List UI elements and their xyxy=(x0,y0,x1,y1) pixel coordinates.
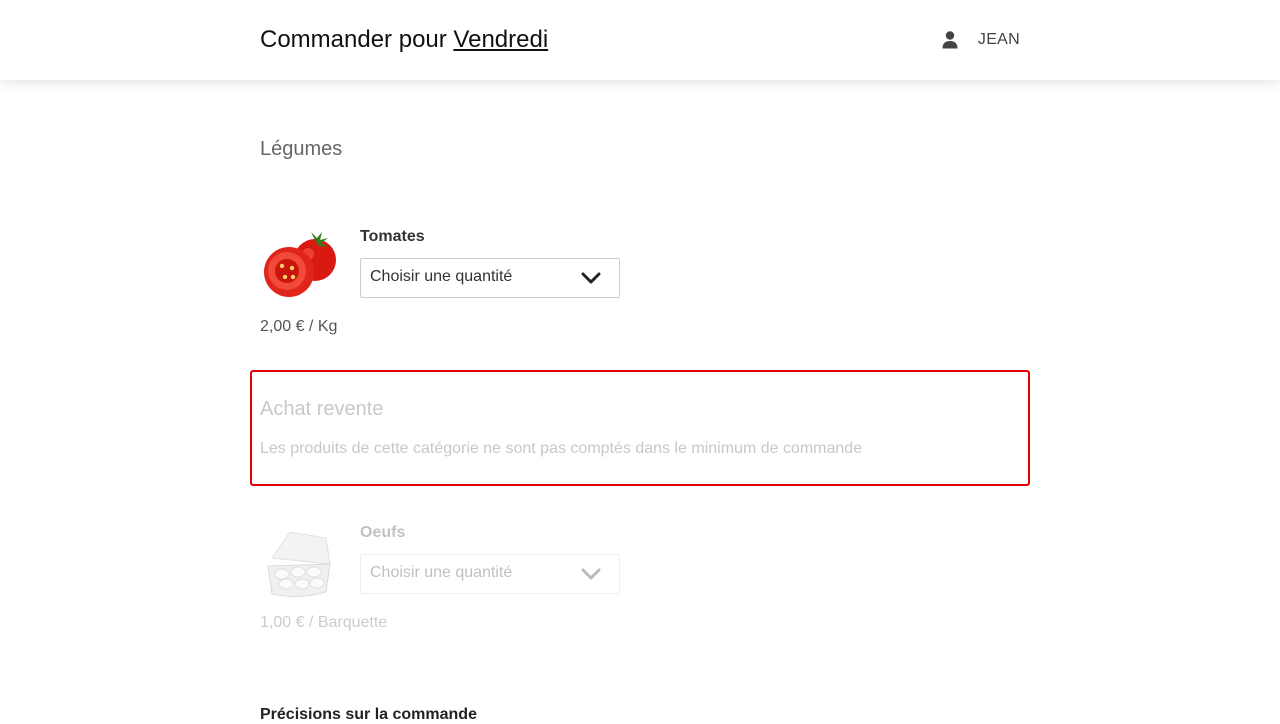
quantity-select-placeholder: Choisir une quantité xyxy=(370,564,513,581)
quantity-select[interactable]: Choisir une quantité xyxy=(360,258,620,298)
category-notice-text: Les produits de cette catégorie ne sont … xyxy=(260,440,863,457)
user-icon xyxy=(942,31,958,49)
product-price: 2,00 € / Kg xyxy=(260,318,338,335)
category-title-legumes: Légumes xyxy=(260,138,343,160)
quantity-select-placeholder: Choisir une quantité xyxy=(370,268,513,285)
product-price: 1,00 € / Barquette xyxy=(260,614,388,631)
tomato-image xyxy=(264,232,336,297)
top-header: Commander pour Vendredi JEAN xyxy=(0,0,1280,80)
user-menu[interactable]: JEAN xyxy=(942,28,1020,52)
product-name: Oeufs xyxy=(360,524,406,541)
chevron-down-icon xyxy=(581,568,601,580)
page-title: Commander pour Vendredi xyxy=(260,24,548,56)
user-name: JEAN xyxy=(977,31,1020,48)
category-title-achat-revente: Achat revente xyxy=(260,398,384,420)
quantity-select[interactable]: Choisir une quantité xyxy=(360,554,620,594)
order-details-title: Précisions sur la commande xyxy=(260,706,477,723)
category-notice-box: Achat revente Les produits de cette caté… xyxy=(250,370,1030,486)
page-title-prefix: Commander pour xyxy=(260,26,447,53)
product-name: Tomates xyxy=(360,228,425,245)
chevron-down-icon xyxy=(581,272,601,284)
egg-carton-image xyxy=(267,531,331,598)
delivery-day-link[interactable]: Vendredi xyxy=(453,26,548,53)
